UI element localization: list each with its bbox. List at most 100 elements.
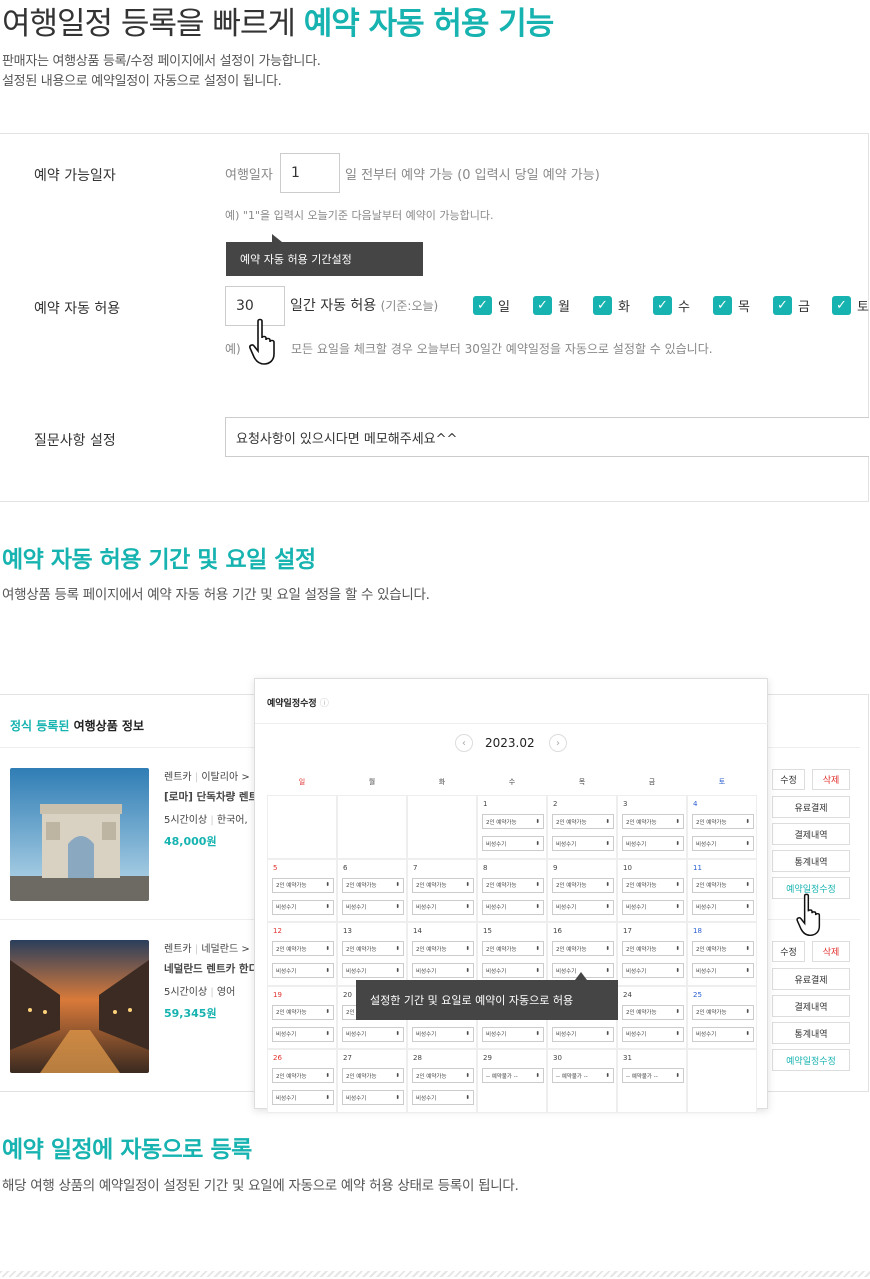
availability-select[interactable]: 2인 예약가능⬍ [622, 877, 684, 893]
checkbox-thu[interactable]: ✓ 목 [713, 296, 750, 315]
season-select[interactable]: 비성수기 ⬍ [342, 1026, 404, 1042]
delete-button[interactable]: 삭제 [812, 941, 850, 962]
chevron-down-icon: ⬍ [745, 840, 750, 847]
availability-select[interactable]: 2인 예약가능⬍ [272, 1068, 334, 1083]
calendar-grid: 일 월 화 수 목 금 토 1 2인 예약가능 ⬍ 비성수기 ⬍ 2 2인 예약가능 ⬍ 비성수기 ⬍ 3 2인 예… [267, 769, 757, 1113]
calendar-day [337, 795, 407, 859]
availability-select[interactable]: -- 예약불가 -- ⬍ [622, 1068, 684, 1083]
availability-select[interactable]: 2인 예약가능⬍ [272, 941, 334, 956]
season-select[interactable]: 비성수기 ⬍ [272, 899, 334, 915]
availability-select[interactable]: 2인 예약가능⬍ [692, 877, 754, 893]
availability-select[interactable]: 2인 예약가능⬍ [622, 814, 684, 829]
availability-select[interactable]: 2인 예약가능⬍ [552, 877, 614, 893]
calendar-month: 2023.02 [485, 736, 535, 750]
chevron-down-icon: ⬍ [465, 1072, 470, 1079]
availability-select[interactable]: 2인 예약가능⬍ [412, 1068, 474, 1083]
season-select[interactable]: 비성수기 ⬍ [412, 899, 474, 915]
season-select[interactable]: 비성수기 ⬍ [342, 899, 404, 915]
season-select[interactable]: 비성수기 ⬍ [552, 836, 614, 851]
season-select[interactable]: 비성수기 ⬍ [692, 899, 754, 915]
availability-select[interactable]: 2인 예약가능⬍ [342, 941, 404, 956]
calendar-day: 3 2인 예약가능 ⬍ 비성수기 ⬍ [617, 795, 687, 859]
checkbox-tue[interactable]: ✓ 화 [593, 296, 630, 315]
availability-select[interactable]: 2인 예약가능⬍ [622, 941, 684, 956]
season-select[interactable]: 비성수기 ⬍ [622, 836, 684, 851]
season-select[interactable]: 비성수기 ⬍ [342, 1090, 404, 1105]
calendar-day: 4 2인 예약가능 ⬍ 비성수기 ⬍ [687, 795, 757, 859]
season-select[interactable]: 비성수기 ⬍ [552, 899, 614, 915]
stats-button[interactable]: 통계내역 [772, 1022, 850, 1044]
season-select[interactable]: 비성수기 ⬍ [272, 1090, 334, 1105]
chevron-down-icon: ⬍ [605, 967, 610, 974]
season-select[interactable]: 비성수기 ⬍ [412, 963, 474, 978]
available-days-input[interactable]: 1 [280, 153, 340, 193]
availability-select[interactable]: 2인 예약가능⬍ [342, 877, 404, 893]
season-select[interactable]: 비성수기 ⬍ [552, 1026, 614, 1042]
paid-button[interactable]: 유료결제 [772, 968, 850, 990]
payment-history-button[interactable]: 결제내역 [772, 995, 850, 1017]
prev-month-icon[interactable]: ‹ [455, 734, 473, 752]
season-select[interactable]: 비성수기 ⬍ [482, 836, 544, 851]
season-select[interactable]: 비성수기 ⬍ [412, 1090, 474, 1105]
payment-history-button[interactable]: 결제내역 [772, 823, 850, 845]
edit-button[interactable]: 수정 [772, 769, 805, 790]
availability-select[interactable]: 2인 예약가능⬍ [692, 1004, 754, 1020]
schedule-edit-button[interactable]: 예약일정수정 [772, 1049, 850, 1071]
desc-line-1: 판매자는 여행상품 등록/수정 페이지에서 설정이 가능합니다. [2, 54, 321, 69]
season-select[interactable]: 비성수기 ⬍ [622, 1026, 684, 1042]
checkbox-sun[interactable]: ✓ 일 [473, 296, 510, 315]
available-date-label: 예약 가능일자 [34, 168, 116, 184]
edit-button[interactable]: 수정 [772, 941, 805, 962]
availability-select[interactable]: 2인 예약가능⬍ [342, 1068, 404, 1083]
availability-select[interactable]: -- 예약불가 -- ⬍ [482, 1068, 544, 1083]
product-1-name[interactable]: [로마] 단독차량 렌트 [164, 789, 256, 804]
season-select[interactable]: 비성수기 ⬍ [272, 963, 334, 978]
season-select[interactable]: 비성수기 ⬍ [272, 1026, 334, 1042]
day-number: 31 [623, 1054, 632, 1062]
question-input[interactable]: 요청사항이 있으시다면 메모해주세요^^ [225, 417, 869, 457]
checkbox-mon[interactable]: ✓ 월 [533, 296, 570, 315]
next-month-icon[interactable]: › [549, 734, 567, 752]
paid-button[interactable]: 유료결제 [772, 796, 850, 818]
day-number: 16 [553, 927, 562, 935]
availability-select[interactable]: 2인 예약가능⬍ [622, 1004, 684, 1020]
availability-select[interactable]: 2인 예약가능⬍ [692, 814, 754, 829]
season-select[interactable]: 비성수기 ⬍ [412, 1026, 474, 1042]
calendar-day: 24 2인 예약가능 ⬍ 비성수기 ⬍ [617, 985, 687, 1049]
stats-button[interactable]: 통계내역 [772, 850, 850, 872]
season-select[interactable]: 비성수기 ⬍ [692, 1026, 754, 1042]
availability-select[interactable]: 2인 예약가능⬍ [482, 814, 544, 829]
availability-select[interactable]: 2인 예약가능⬍ [482, 877, 544, 893]
availability-select[interactable]: 2인 예약가능⬍ [552, 814, 614, 829]
weekday-header: 월 [368, 778, 376, 786]
season-select[interactable]: 비성수기 ⬍ [622, 963, 684, 978]
checkbox-sat[interactable]: ✓ 토 [832, 296, 869, 315]
availability-select[interactable]: 2인 예약가능⬍ [552, 941, 614, 956]
product-2-name[interactable]: 네덜란드 렌트카 한디 [164, 961, 256, 976]
chevron-down-icon: ⬍ [535, 882, 540, 888]
chevron-down-icon: ⬍ [535, 945, 540, 952]
availability-select[interactable]: 2인 예약가능⬍ [412, 877, 474, 893]
calendar-day: 29 -- 예약불가 -- ⬍ [477, 1049, 547, 1113]
season-select[interactable]: 비성수기 ⬍ [482, 899, 544, 915]
calendar-day: 28 2인 예약가능 ⬍ 비성수기 ⬍ [407, 1049, 477, 1113]
availability-select[interactable]: 2인 예약가능⬍ [412, 941, 474, 956]
season-select[interactable]: 비성수기 ⬍ [692, 836, 754, 851]
season-select[interactable]: 비성수기 ⬍ [342, 963, 404, 978]
availability-select[interactable]: 2인 예약가능⬍ [692, 941, 754, 956]
season-select[interactable]: 비성수기 ⬍ [482, 1026, 544, 1042]
delete-button[interactable]: 삭제 [812, 769, 850, 790]
availability-select[interactable]: 2인 예약가능⬍ [272, 877, 334, 893]
day-number: 3 [623, 800, 628, 808]
day-number: 1 [483, 800, 488, 808]
checkbox-fri[interactable]: ✓ 금 [773, 296, 810, 315]
chevron-down-icon: ⬍ [745, 904, 750, 910]
season-select[interactable]: 비성수기 ⬍ [622, 899, 684, 915]
season-select[interactable]: 비성수기 ⬍ [482, 963, 544, 978]
calendar-day: 30 -- 예약불가 -- ⬍ [547, 1049, 617, 1113]
season-select[interactable]: 비성수기 ⬍ [692, 963, 754, 978]
checkbox-wed[interactable]: ✓ 수 [653, 296, 690, 315]
availability-select[interactable]: 2인 예약가능⬍ [272, 1004, 334, 1020]
availability-select[interactable]: -- 예약불가 -- ⬍ [552, 1068, 614, 1083]
availability-select[interactable]: 2인 예약가능⬍ [482, 941, 544, 956]
